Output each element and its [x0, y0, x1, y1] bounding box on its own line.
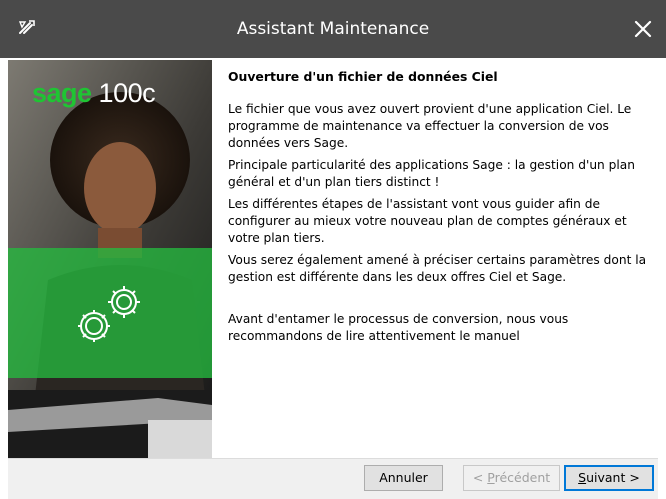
paragraph: Principale particularité des application… [228, 158, 635, 189]
previous-button: < Précédent [463, 465, 560, 491]
wizard-window: Assistant Maintenance sage 100c Ouvertur… [0, 0, 666, 499]
cancel-button[interactable]: Annuler [364, 465, 443, 491]
window-title: Assistant Maintenance [236, 19, 430, 39]
close-icon[interactable] [628, 14, 658, 44]
sage-logo: sage 100c [32, 78, 156, 108]
paragraph: Les différentes étapes de l'assistant vo… [228, 197, 627, 245]
wizard-content: Ouverture d'un fichier de données Ciel L… [228, 68, 658, 350]
paragraph: Vous serez également amené à préciser ce… [228, 253, 647, 284]
next-button[interactable]: Suivant > [564, 465, 654, 491]
content-heading: Ouverture d'un fichier de données Ciel [228, 69, 498, 84]
button-bar: Annuler < Précédent Suivant > [8, 458, 658, 499]
paragraph: Le fichier que vous avez ouvert provient… [228, 102, 632, 150]
title-bar: Assistant Maintenance [0, 0, 666, 58]
gears-icon [78, 286, 140, 342]
paragraph: Avant d'entamer le processus de conversi… [228, 312, 569, 343]
side-banner: sage 100c [8, 60, 212, 458]
